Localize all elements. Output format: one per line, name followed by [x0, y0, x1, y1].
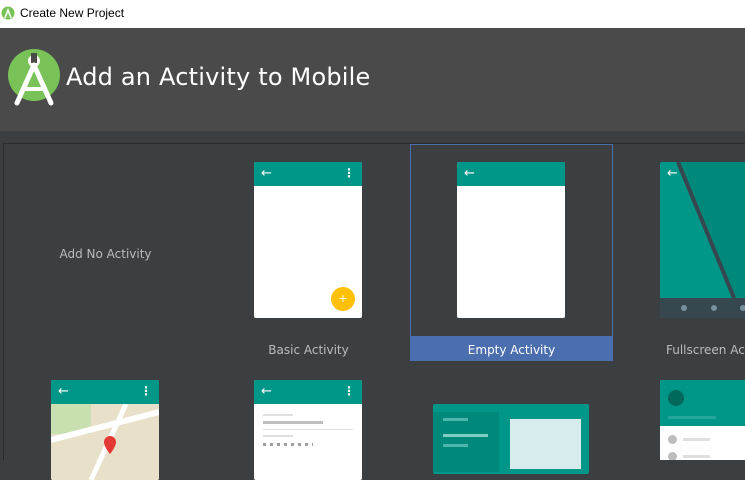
- app-bar: ← ⋮: [51, 380, 159, 404]
- login-activity-preview: ← ⋮: [254, 380, 362, 480]
- window-title: Create New Project: [20, 6, 125, 20]
- drawer-header: [660, 380, 745, 426]
- password-field-placeholder: [263, 435, 293, 437]
- template-navigation-drawer[interactable]: [613, 370, 745, 460]
- overflow-menu-icon: ⋮: [140, 384, 152, 398]
- template-label: Empty Activity: [467, 343, 556, 357]
- android-studio-logo: [8, 49, 60, 106]
- back-arrow-icon: ←: [261, 384, 272, 399]
- navigation-drawer-preview: [660, 380, 745, 460]
- template-basic-activity[interactable]: ← ⋮ + Basic Activity: [207, 144, 410, 361]
- template-empty-activity[interactable]: ← Empty Activity: [410, 144, 613, 361]
- template-label: Basic Activity: [268, 343, 349, 357]
- nav-bar: [660, 298, 745, 318]
- template-add-no-activity[interactable]: Add No Activity: [4, 144, 207, 361]
- back-arrow-icon: ←: [58, 384, 69, 399]
- back-arrow-icon: ←: [261, 166, 272, 181]
- fab-icon: +: [331, 287, 355, 311]
- template-label: Add No Activity: [59, 247, 152, 261]
- overflow-menu-icon: ⋮: [343, 384, 355, 398]
- maps-activity-preview: ← ⋮: [51, 380, 159, 480]
- master-detail-preview: [433, 404, 589, 474]
- template-label: Fullscreen Activity: [666, 343, 745, 357]
- basic-activity-preview: ← ⋮ +: [254, 162, 362, 318]
- template-fullscreen-activity[interactable]: ← ⋮ Fullscreen Activity: [613, 144, 745, 361]
- back-arrow-icon: ←: [667, 166, 678, 181]
- fullscreen-diagonal-graphic: [676, 162, 745, 299]
- template-maps-activity[interactable]: ← ⋮: [4, 370, 207, 480]
- window-titlebar: Create New Project: [0, 0, 745, 28]
- app-bar: ←: [457, 162, 565, 186]
- overflow-menu-icon: ⋮: [343, 166, 355, 180]
- password-field-line: [263, 429, 353, 430]
- wizard-header: Add an Activity to Mobile: [0, 28, 745, 131]
- app-bar: ← ⋮: [254, 162, 362, 186]
- email-field-line: [263, 421, 323, 424]
- template-login-activity[interactable]: ← ⋮: [207, 370, 410, 480]
- password-dots: [263, 443, 313, 446]
- back-arrow-icon: ←: [464, 166, 475, 181]
- android-studio-icon: [1, 6, 15, 20]
- page-title: Add an Activity to Mobile: [66, 63, 371, 91]
- empty-activity-preview: ←: [457, 162, 565, 318]
- fullscreen-activity-preview: ← ⋮: [660, 162, 745, 318]
- template-master-detail-flow[interactable]: [410, 370, 613, 474]
- app-bar: ← ⋮: [254, 380, 362, 404]
- email-field-placeholder: [263, 414, 293, 416]
